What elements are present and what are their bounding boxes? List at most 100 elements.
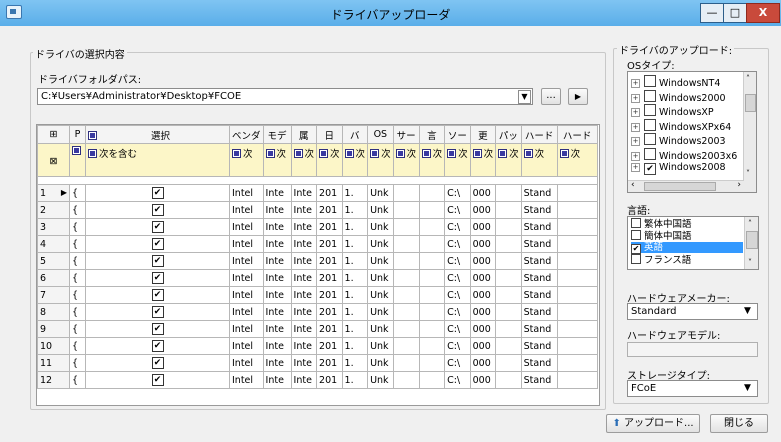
cell-vendor[interactable]: Intel [229, 337, 264, 355]
cell-upd[interactable]: 000 [469, 371, 497, 389]
cell-srv[interactable] [392, 269, 420, 287]
cell-pkg[interactable] [495, 286, 522, 304]
select-checkbox[interactable]: ✔ [151, 238, 164, 250]
col-header-server[interactable]: サー [392, 125, 420, 144]
cell-vendor[interactable]: Intel [229, 371, 264, 389]
cell-os[interactable]: Unk [367, 286, 394, 304]
col-header-os[interactable]: OS [367, 125, 394, 144]
cell-src[interactable]: C:\ [444, 371, 471, 389]
cell-srv[interactable] [392, 235, 420, 253]
cell-lang[interactable] [418, 235, 446, 253]
col-header-select[interactable]: 選択 [85, 125, 230, 144]
table-row[interactable]: 2{✔ Intel Inte Inte 201 1. Unk C:\ 000 Stand [37, 201, 598, 219]
cell-date[interactable]: 201 [316, 184, 343, 202]
clear-filter-icon[interactable]: ⊠ [37, 143, 70, 177]
filter-op-icon[interactable] [72, 146, 81, 155]
os-type-tree[interactable]: ˄ ˅ ‹ › + WindowsNT4 + Windows2000 + WindowsX… [627, 71, 757, 193]
filter-op-icon[interactable] [498, 149, 508, 158]
cell-vendor[interactable]: Intel [229, 184, 264, 202]
cell-hw2[interactable] [556, 218, 598, 236]
cell-os[interactable]: Unk [367, 235, 394, 253]
cell-lang[interactable] [418, 320, 446, 338]
expand-icon[interactable]: + [631, 79, 640, 88]
language-list[interactable]: ˄ ˅ 繁体中国語 簡体中国語 ✔ 英語 フランス語 [627, 216, 759, 270]
select-checkbox[interactable]: ✔ [151, 374, 164, 386]
cell-src[interactable]: C:\ [444, 201, 471, 219]
cell-os[interactable]: Unk [367, 201, 394, 219]
cell-vendor[interactable]: Intel [229, 354, 264, 372]
expand-icon[interactable]: + [631, 108, 640, 117]
cell-ver[interactable]: 1. [341, 371, 369, 389]
cell-hw[interactable]: Stand [520, 235, 558, 253]
select-cell[interactable]: ✔ [85, 235, 230, 253]
select-checkbox[interactable]: ✔ [151, 221, 164, 233]
cell-date[interactable]: 201 [316, 371, 343, 389]
cell-vendor[interactable]: Intel [229, 269, 264, 287]
cell-lang[interactable] [418, 337, 446, 355]
filter-cell[interactable]: 次 [316, 143, 343, 177]
select-cell[interactable]: ✔ [85, 218, 230, 236]
cell-ver[interactable]: 1. [341, 286, 369, 304]
cell-pkg[interactable] [495, 218, 522, 236]
cell-ver[interactable]: 1. [341, 218, 369, 236]
language-checkbox[interactable] [631, 230, 641, 240]
filter-op-icon[interactable] [421, 149, 431, 158]
cell-upd[interactable]: 000 [469, 201, 497, 219]
filter-op-icon[interactable] [344, 149, 354, 158]
select-cell[interactable]: ✔ [85, 269, 230, 287]
cell-lang[interactable] [418, 184, 446, 202]
cell-os[interactable]: Unk [367, 252, 394, 270]
cell-hw[interactable]: Stand [520, 184, 558, 202]
cell-p[interactable]: { [69, 371, 86, 389]
cell-srv[interactable] [392, 184, 420, 202]
row-header[interactable]: 3 [37, 218, 70, 236]
cell-model[interactable]: Inte [262, 337, 292, 355]
cell-hw[interactable]: Stand [520, 320, 558, 338]
cell-src[interactable]: C:\ [444, 184, 471, 202]
select-checkbox[interactable]: ✔ [151, 272, 164, 284]
scroll-down-icon[interactable]: ˅ [748, 258, 752, 267]
cell-hw[interactable]: Stand [520, 269, 558, 287]
language-checkbox[interactable] [631, 218, 641, 228]
cell-date[interactable]: 201 [316, 286, 343, 304]
os-tree-vscroll[interactable]: ˄ ˅ [743, 72, 756, 192]
expand-icon[interactable]: + [631, 93, 640, 103]
language-item[interactable]: ✔ 英語 [631, 242, 743, 254]
cell-hw2[interactable] [556, 286, 598, 304]
select-cell[interactable]: ✔ [85, 184, 230, 202]
cell-hw[interactable]: Stand [520, 218, 558, 236]
filter-cell[interactable]: 次 [367, 143, 394, 177]
filter-cell[interactable]: 次 [469, 143, 497, 177]
os-tree-item[interactable]: + WindowsXP [631, 104, 714, 118]
col-header-hw1[interactable]: ハード [520, 125, 558, 144]
cell-lang[interactable] [418, 201, 446, 219]
row-header[interactable]: 10 [37, 337, 70, 355]
cell-ver[interactable]: 1. [341, 269, 369, 287]
cell-p[interactable]: { [69, 252, 86, 270]
expand-icon[interactable]: + [631, 163, 640, 172]
cell-pkg[interactable] [495, 252, 522, 270]
cell-model[interactable]: Inte [262, 354, 292, 372]
language-checkbox[interactable]: ✔ [631, 244, 641, 254]
select-checkbox[interactable]: ✔ [151, 323, 164, 335]
select-checkbox[interactable]: ✔ [151, 187, 164, 199]
cell-hw2[interactable] [556, 235, 598, 253]
table-row[interactable]: 12{✔ Intel Inte Inte 201 1. Unk C:\ 000 Stand [37, 371, 598, 389]
cell-hw2[interactable] [556, 371, 598, 389]
cell-model[interactable]: Inte [262, 303, 292, 321]
filter-cell[interactable]: 次 [520, 143, 558, 177]
cell-upd[interactable]: 000 [469, 354, 497, 372]
hw-maker-dropdown-icon[interactable]: ▼ [744, 306, 751, 316]
cell-os[interactable]: Unk [367, 303, 394, 321]
col-header-update[interactable]: 更 [469, 125, 497, 144]
cell-p[interactable]: { [69, 303, 86, 321]
cell-attr[interactable]: Inte [290, 269, 318, 287]
filter-cell[interactable]: 次 [290, 143, 318, 177]
os-checkbox[interactable] [644, 118, 656, 131]
os-checkbox[interactable] [644, 147, 656, 160]
cell-vendor[interactable]: Intel [229, 286, 264, 304]
filter-op-icon[interactable] [395, 149, 405, 158]
cell-hw[interactable]: Stand [520, 286, 558, 304]
filter-cell[interactable]: 次 [556, 143, 598, 177]
cell-pkg[interactable] [495, 201, 522, 219]
